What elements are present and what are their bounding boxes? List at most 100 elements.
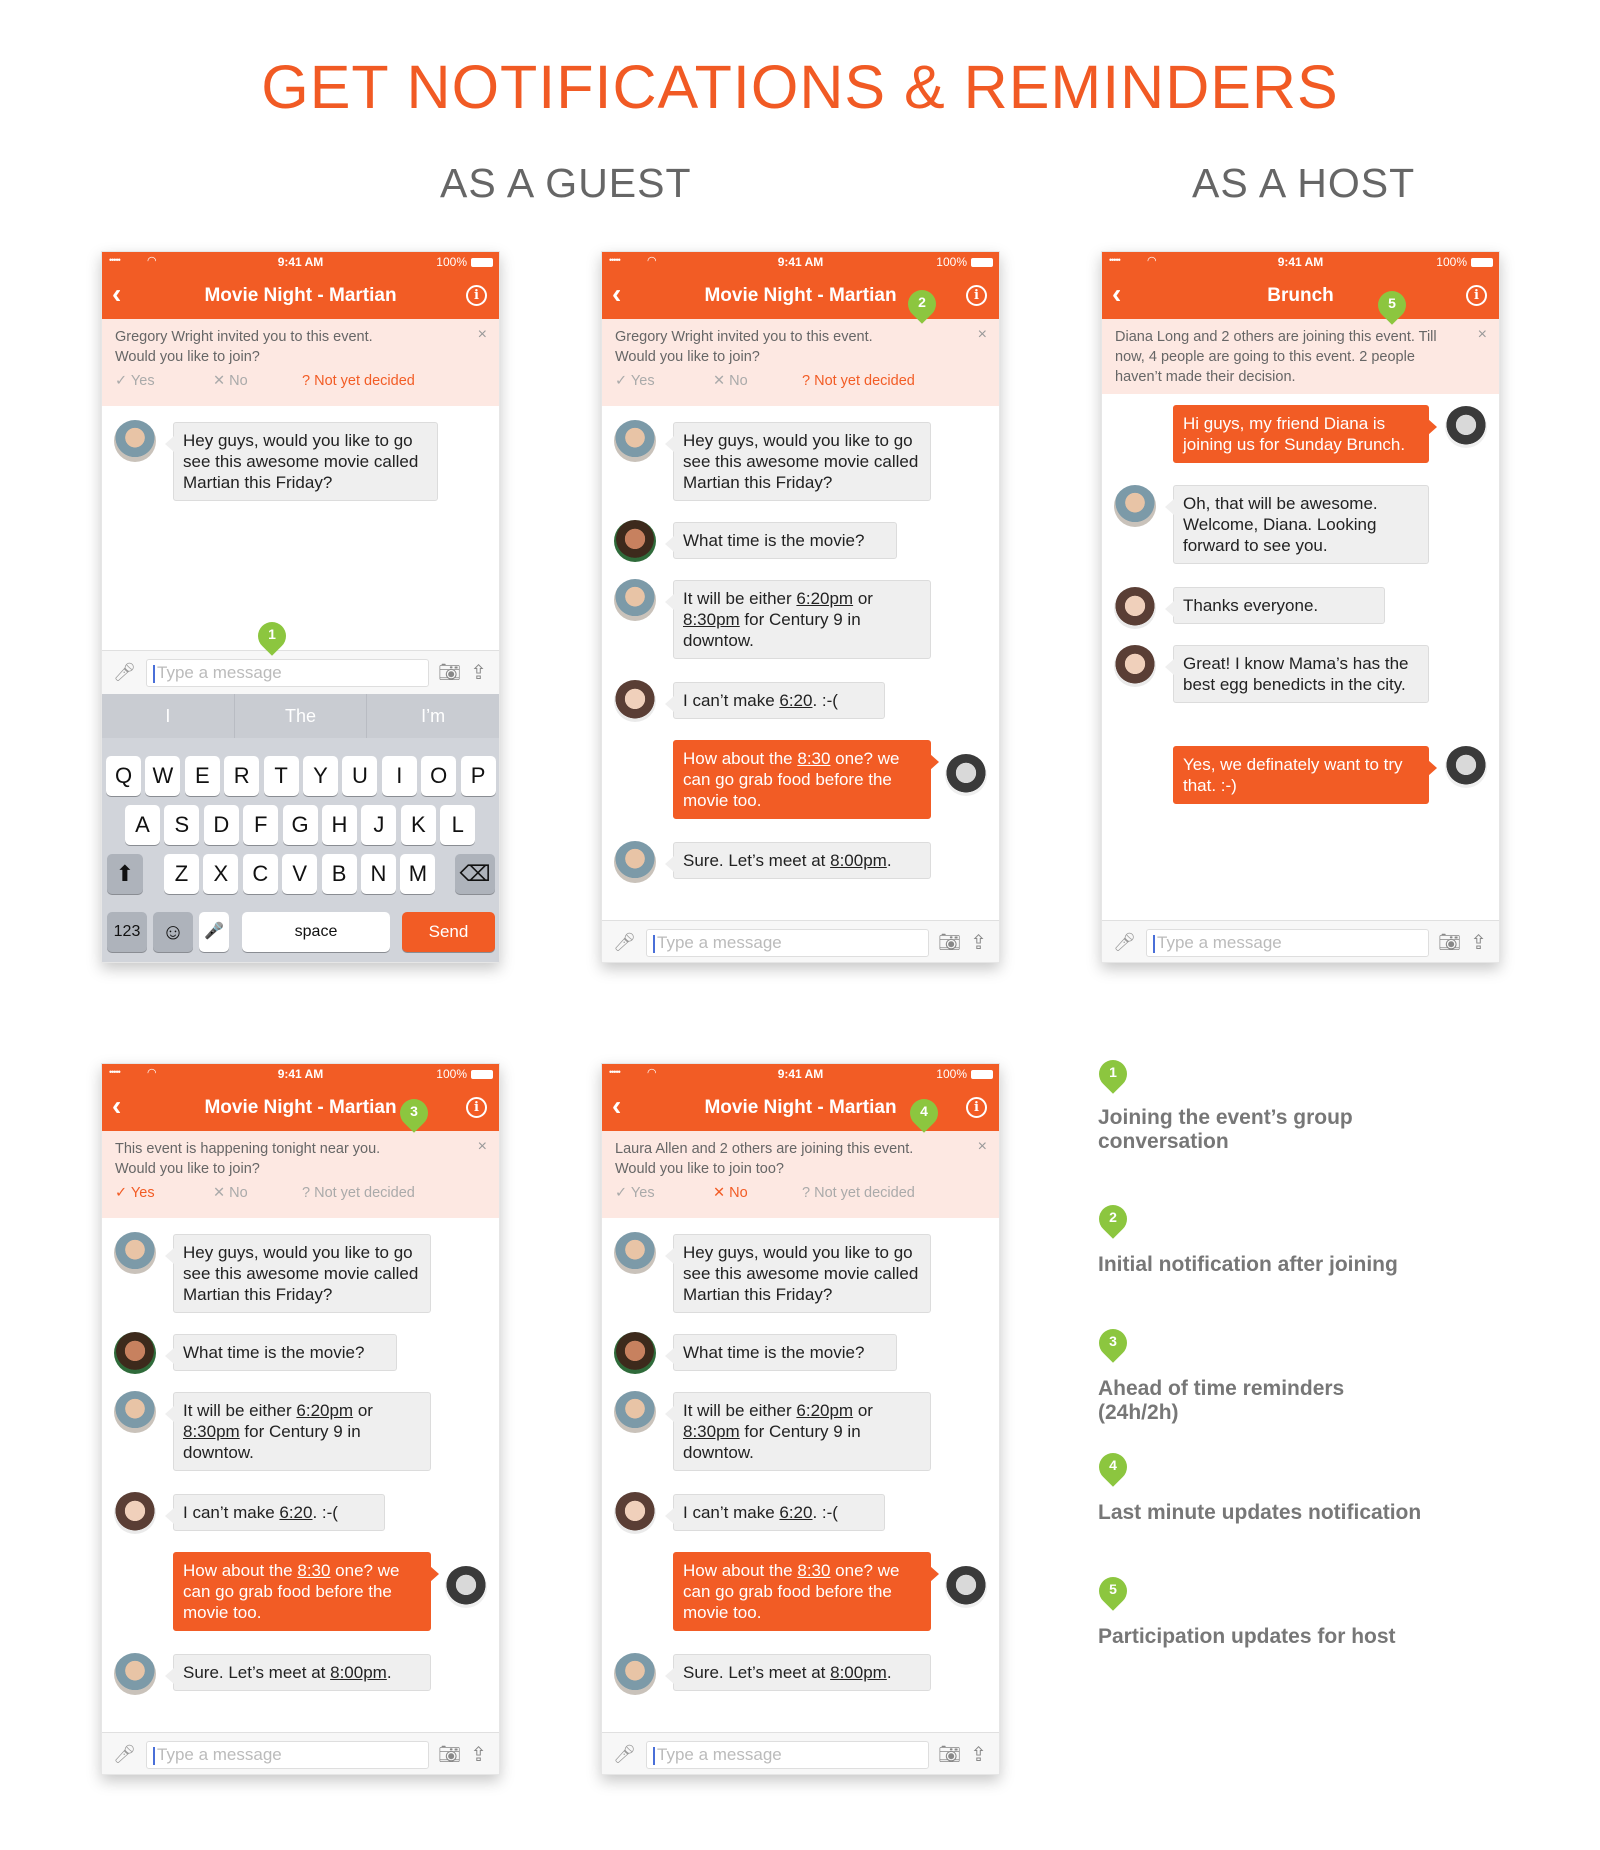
microphone-icon[interactable]: 🎤︎: [613, 1744, 636, 1765]
key[interactable]: D: [203, 805, 239, 845]
key[interactable]: N: [361, 854, 396, 894]
time-link[interactable]: 8:00pm: [830, 851, 887, 870]
rsvp-no-button[interactable]: ✕ No: [213, 371, 248, 391]
camera-icon[interactable]: 📷︎: [438, 1744, 461, 1765]
time-link[interactable]: 6:20: [779, 691, 812, 710]
camera-icon[interactable]: 📷︎: [938, 932, 961, 953]
key[interactable]: S: [164, 805, 200, 845]
suggestion-item[interactable]: I’m: [367, 694, 499, 738]
rsvp-no-button[interactable]: ✕ No: [213, 1183, 248, 1203]
key[interactable]: R: [224, 756, 260, 796]
message-text: or: [353, 1401, 373, 1420]
dictation-key[interactable]: 🎤: [199, 912, 229, 952]
rsvp-no-button[interactable]: ✕ No: [713, 1183, 748, 1203]
key[interactable]: P: [460, 756, 496, 796]
send-button[interactable]: Send: [402, 912, 495, 952]
key[interactable]: F: [243, 805, 279, 845]
rsvp-undecided-button[interactable]: ? Not yet decided: [802, 371, 915, 391]
key[interactable]: Y: [303, 756, 338, 796]
upload-icon[interactable]: ⇪: [1470, 930, 1487, 955]
key[interactable]: V: [282, 854, 318, 894]
rsvp-undecided-button[interactable]: ? Not yet decided: [302, 371, 415, 391]
microphone-icon[interactable]: 🎤︎: [613, 932, 636, 953]
key[interactable]: H: [322, 805, 357, 845]
numbers-key[interactable]: 123: [107, 912, 147, 952]
rsvp-yes-button[interactable]: ✓ Yes: [615, 1183, 655, 1203]
key[interactable]: Z: [164, 854, 199, 894]
shift-key[interactable]: ⬆: [107, 854, 143, 894]
rsvp-yes-button[interactable]: ✓ Yes: [115, 1183, 155, 1203]
rsvp-options: ✓ Yes ✕ No ? Not yet decided: [115, 367, 459, 395]
delete-key[interactable]: ⌫: [455, 854, 495, 894]
rsvp-undecided-button[interactable]: ? Not yet decided: [302, 1183, 415, 1203]
key[interactable]: U: [342, 756, 378, 796]
avatar: [114, 420, 156, 462]
info-icon[interactable]: i: [966, 1097, 987, 1118]
time-link[interactable]: 8:30: [297, 1561, 330, 1580]
time-link[interactable]: 8:30: [797, 1561, 830, 1580]
info-icon[interactable]: i: [466, 1097, 487, 1118]
time-link[interactable]: 8:00pm: [330, 1663, 387, 1682]
message-input[interactable]: Type a message: [1146, 929, 1429, 957]
info-icon[interactable]: i: [966, 285, 987, 306]
time-link[interactable]: 6:20pm: [796, 589, 853, 608]
info-icon[interactable]: i: [1466, 285, 1487, 306]
microphone-icon[interactable]: 🎤︎: [1113, 932, 1136, 953]
key[interactable]: J: [361, 805, 397, 845]
close-icon[interactable]: ×: [978, 325, 987, 345]
time-link[interactable]: 8:30: [797, 749, 830, 768]
key[interactable]: A: [125, 805, 160, 845]
battery-label: 100%: [1436, 255, 1467, 269]
key[interactable]: T: [263, 756, 299, 796]
time-link[interactable]: 8:00pm: [830, 1663, 887, 1682]
camera-icon[interactable]: 📷︎: [438, 662, 461, 683]
time-link[interactable]: 8:30pm: [683, 610, 740, 629]
message-input[interactable]: Type a message: [646, 929, 929, 957]
camera-icon[interactable]: 📷︎: [1438, 932, 1461, 953]
camera-icon[interactable]: 📷︎: [938, 1744, 961, 1765]
upload-icon[interactable]: ⇪: [970, 930, 987, 955]
rsvp-no-button[interactable]: ✕ No: [713, 371, 748, 391]
suggestion-item[interactable]: I: [102, 694, 235, 738]
upload-icon[interactable]: ⇪: [470, 1742, 487, 1767]
close-icon[interactable]: ×: [1478, 325, 1487, 345]
key[interactable]: B: [321, 854, 357, 894]
key[interactable]: X: [203, 854, 239, 894]
upload-icon[interactable]: ⇪: [970, 1742, 987, 1767]
rsvp-yes-button[interactable]: ✓ Yes: [115, 371, 155, 391]
key[interactable]: Q: [106, 756, 141, 796]
time-link[interactable]: 6:20: [279, 1503, 312, 1522]
message-input[interactable]: Type a message: [146, 659, 429, 687]
message-input[interactable]: Type a message: [646, 1741, 929, 1769]
time-link[interactable]: 8:30pm: [683, 1422, 740, 1441]
info-icon[interactable]: i: [466, 285, 487, 306]
space-key[interactable]: space: [242, 912, 390, 952]
key[interactable]: E: [184, 756, 220, 796]
close-icon[interactable]: ×: [478, 325, 487, 345]
key[interactable]: W: [145, 756, 181, 796]
time-link[interactable]: 8:30pm: [183, 1422, 240, 1441]
time-link[interactable]: 6:20pm: [796, 1401, 853, 1420]
key[interactable]: G: [282, 805, 318, 845]
key[interactable]: I: [381, 756, 417, 796]
key[interactable]: O: [421, 756, 457, 796]
key[interactable]: M: [400, 854, 436, 894]
upload-icon[interactable]: ⇪: [470, 660, 487, 685]
microphone-icon[interactable]: 🎤︎: [113, 1744, 136, 1765]
message-input[interactable]: Type a message: [146, 1741, 429, 1769]
rsvp-yes-button[interactable]: ✓ Yes: [615, 371, 655, 391]
message-text: .: [886, 851, 892, 870]
rsvp-undecided-button[interactable]: ? Not yet decided: [802, 1183, 915, 1203]
key[interactable]: L: [440, 805, 476, 845]
time-link[interactable]: 6:20pm: [296, 1401, 353, 1420]
emoji-key[interactable]: ☺: [153, 912, 193, 952]
suggestion-item[interactable]: The: [235, 694, 368, 738]
close-icon[interactable]: ×: [478, 1137, 487, 1157]
message-text: or: [853, 589, 873, 608]
time-link[interactable]: 6:20: [779, 1503, 812, 1522]
key[interactable]: K: [400, 805, 436, 845]
avatar: [114, 1653, 156, 1695]
close-icon[interactable]: ×: [978, 1137, 987, 1157]
microphone-icon[interactable]: 🎤︎: [113, 662, 136, 683]
key[interactable]: C: [242, 854, 278, 894]
